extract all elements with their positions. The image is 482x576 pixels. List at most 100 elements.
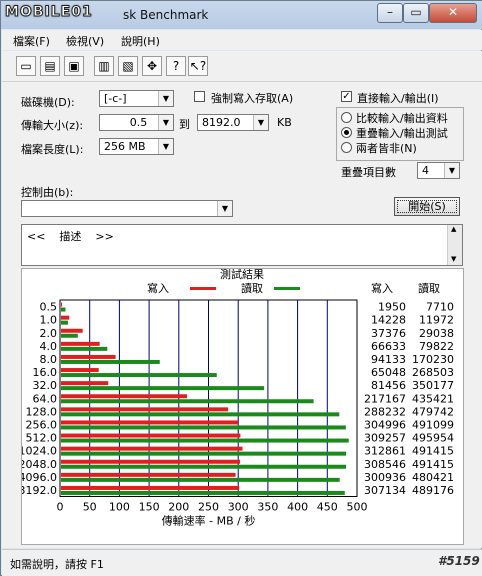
x-tick-label: 100: [109, 501, 130, 514]
write-bar: [61, 315, 70, 320]
legend-write-swatch: [190, 287, 216, 290]
radio-compare-label: 比較輸入/輸出資料: [356, 112, 448, 125]
menu-file[interactable]: 檔案(F): [13, 33, 50, 49]
results-panel: 測試結果 寫入 讀取 寫入 讀取 0 50 100 150 200 250 300 350 400 450 5…: [19, 267, 464, 545]
x-tick-label: 250: [198, 501, 219, 514]
write-value: 66633: [371, 340, 406, 353]
help-icon: ?: [172, 59, 180, 73]
print-preview-button[interactable]: ▧: [118, 56, 138, 76]
menu-view[interactable]: 檢視(V): [66, 33, 104, 49]
x-tick-label: 450: [317, 501, 338, 514]
unit-label: KB: [277, 116, 292, 129]
category-label: 128.0: [26, 405, 58, 418]
drive-value: [-c-]: [104, 92, 127, 105]
context-help-icon: ↖?: [189, 59, 207, 73]
status-text: 如需說明，請按 F1: [10, 558, 104, 571]
radio-compare-data[interactable]: [341, 112, 352, 123]
write-value: 307134: [364, 484, 406, 497]
description-scrollbar[interactable]: ▲ ▼: [447, 225, 462, 265]
drive-select[interactable]: [-c-] ▼: [99, 90, 174, 107]
read-value: 170230: [412, 353, 454, 366]
controlled-by-select[interactable]: ▼: [21, 200, 233, 217]
chevron-down-icon: ▼: [217, 201, 232, 216]
x-tick-label: 50: [83, 501, 97, 514]
write-value: 14228: [371, 314, 406, 327]
menu-bar: 檔案(F) 檢視(V) 說明(H): [2, 30, 482, 50]
chevron-down-icon: ▼: [444, 163, 459, 178]
write-value: 94133: [371, 353, 406, 366]
category-label: 2048.0: [22, 458, 57, 471]
category-label: 0.5: [40, 301, 58, 314]
save-button[interactable]: ▣: [64, 56, 84, 76]
read-value: 350177: [412, 379, 454, 392]
radio-neither[interactable]: [341, 142, 352, 153]
file-length-label: 檔案長度(L):: [21, 143, 84, 156]
transfer-size-label: 傳輸大小(z):: [21, 119, 84, 132]
category-label: 1024.0: [22, 445, 57, 458]
read-bar: [61, 490, 345, 495]
read-value: 79822: [419, 340, 454, 353]
context-help-button[interactable]: ↖?: [188, 56, 208, 76]
close-icon: ✕: [447, 5, 459, 19]
category-label: 4096.0: [22, 471, 57, 484]
menu-help[interactable]: 說明(H): [121, 33, 160, 49]
transfer-to-select[interactable]: 8192.0 ▼: [197, 114, 269, 131]
minimize-button[interactable]: –: [377, 3, 403, 23]
minimize-icon: –: [387, 5, 393, 19]
read-bar: [61, 373, 217, 378]
window-title: sk Benchmark: [123, 8, 209, 22]
read-bar: [61, 425, 346, 430]
write-value: 65048: [371, 366, 406, 379]
move-button[interactable]: ✥: [142, 56, 162, 76]
radio-overlapped-io[interactable]: [341, 127, 352, 138]
read-bar: [61, 477, 340, 482]
legend-write-label: 寫入: [147, 281, 169, 295]
read-bar: [61, 412, 340, 417]
print-icon: ▥: [98, 59, 110, 73]
write-value: 309257: [364, 432, 406, 445]
legend-read-swatch: [274, 287, 300, 290]
maximize-button[interactable]: ▭: [403, 3, 429, 23]
read-bar: [61, 438, 349, 443]
chevron-down-icon: ▼: [253, 115, 268, 130]
title-bar: MOBILE01 sk Benchmark – ▭ ✕: [1, 1, 482, 29]
write-bar: [61, 394, 187, 399]
read-bar: [61, 464, 347, 469]
column-header-write: 寫入: [371, 281, 393, 295]
category-label: 512.0: [26, 432, 58, 445]
read-bar: [61, 320, 68, 325]
write-bar: [61, 485, 240, 490]
write-bar: [61, 328, 83, 333]
category-label: 8.0: [40, 353, 58, 366]
watermark: #5159: [438, 554, 480, 568]
help-button[interactable]: ?: [166, 56, 186, 76]
transfer-from-select[interactable]: 0.5 ▼: [99, 114, 174, 131]
write-value: 288232: [364, 405, 406, 418]
file-length-select[interactable]: 256 MB ▼: [99, 138, 174, 155]
description-box[interactable]: << 描述 >> ▲ ▼: [21, 224, 463, 266]
toolbar: ▭ ▤ ▣ ▥ ▧ ✥ ? ↖?: [2, 51, 482, 82]
queue-depth-select[interactable]: 4 ▼: [417, 162, 460, 179]
write-value: 217167: [364, 392, 406, 405]
direct-io-checkbox[interactable]: ✓: [341, 91, 352, 102]
column-header-read: 讀取: [418, 281, 440, 295]
results-chart: 測試結果寫入 讀取 寫入 讀取 0 50 100 150 200 250 300 350 400 450 5…: [19, 267, 455, 528]
start-button[interactable]: 開始(S): [394, 197, 460, 216]
chevron-down-icon: ▼: [158, 115, 173, 130]
read-bar: [61, 346, 108, 351]
drive-label: 磁碟機(D):: [21, 96, 75, 109]
open-button[interactable]: ▤: [40, 56, 60, 76]
controlled-by-label: 控制由(b):: [21, 186, 74, 199]
new-file-button[interactable]: ▭: [16, 56, 36, 76]
write-bar: [61, 368, 99, 373]
write-value: 308546: [364, 458, 406, 471]
transfer-to-value: 8192.0: [202, 116, 241, 129]
print-button[interactable]: ▥: [94, 56, 114, 76]
file-length-value: 256 MB: [104, 140, 146, 153]
chevron-down-icon: ▼: [158, 91, 173, 106]
close-button[interactable]: ✕: [429, 3, 477, 23]
category-label: 4.0: [40, 340, 58, 353]
to-label: 到: [179, 118, 190, 131]
force-write-checkbox[interactable]: [194, 91, 205, 102]
x-tick-label: 150: [139, 501, 160, 514]
